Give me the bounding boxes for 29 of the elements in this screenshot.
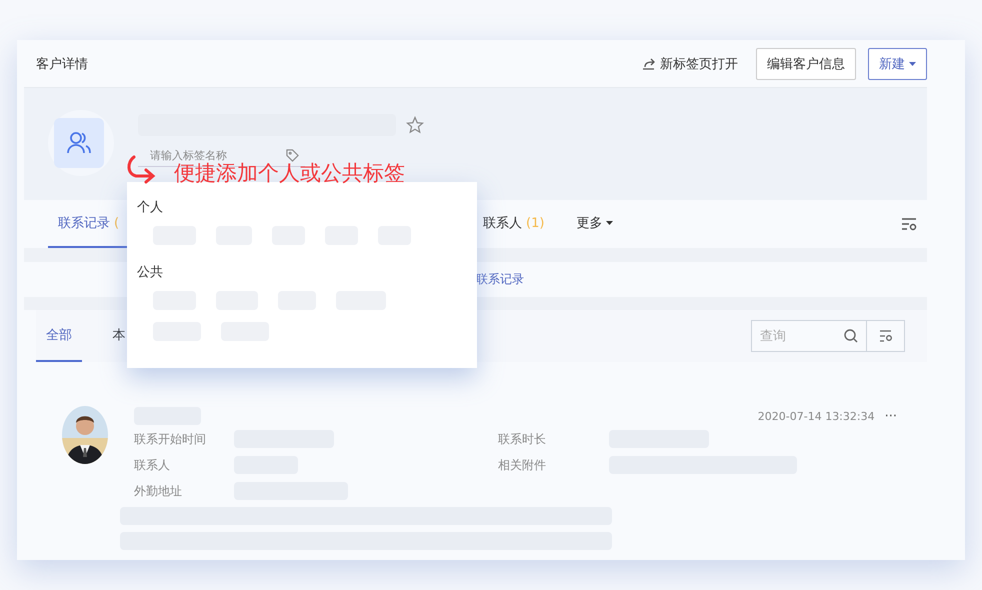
edit-customer-button[interactable]: 编辑客户信息	[756, 48, 856, 80]
group-title: 个人	[137, 199, 164, 216]
tab[interactable]: 联系人 (1)	[473, 200, 554, 248]
contact-records-link[interactable]: 联系记录	[476, 271, 524, 288]
field-label: 外勤地址	[134, 482, 183, 500]
search-icon	[844, 329, 858, 343]
field-label: 联系开始时间	[134, 430, 207, 448]
more-actions-button[interactable]: ···	[884, 408, 897, 424]
search-field[interactable]: 查询	[751, 320, 867, 352]
filter-tab[interactable]: 本	[96, 310, 142, 362]
more-tab[interactable]: 更多	[566, 200, 624, 248]
filter-icon	[878, 330, 892, 342]
caret-icon	[606, 221, 614, 225]
star-icon[interactable]	[406, 116, 424, 134]
field-label: 联系时长	[498, 430, 547, 448]
field-label: 联系人	[134, 456, 171, 474]
filter-button[interactable]	[867, 320, 905, 352]
new-dropdown-button[interactable]: 新建	[868, 48, 927, 80]
list-settings-icon[interactable]	[901, 217, 917, 231]
caret-icon	[909, 62, 916, 66]
field-label: 相关附件	[498, 456, 547, 474]
record-time: 2020-07-14 13:32:34	[758, 410, 875, 422]
share-icon	[642, 58, 656, 70]
users-icon	[66, 131, 92, 155]
open-in-new-tab-link[interactable]: 新标签页打开	[642, 54, 738, 72]
tag-icon	[286, 149, 299, 162]
page-title: 客户详情	[36, 56, 89, 72]
group-title: 公共	[137, 264, 164, 281]
filter-tab[interactable]: 全部	[36, 310, 82, 362]
